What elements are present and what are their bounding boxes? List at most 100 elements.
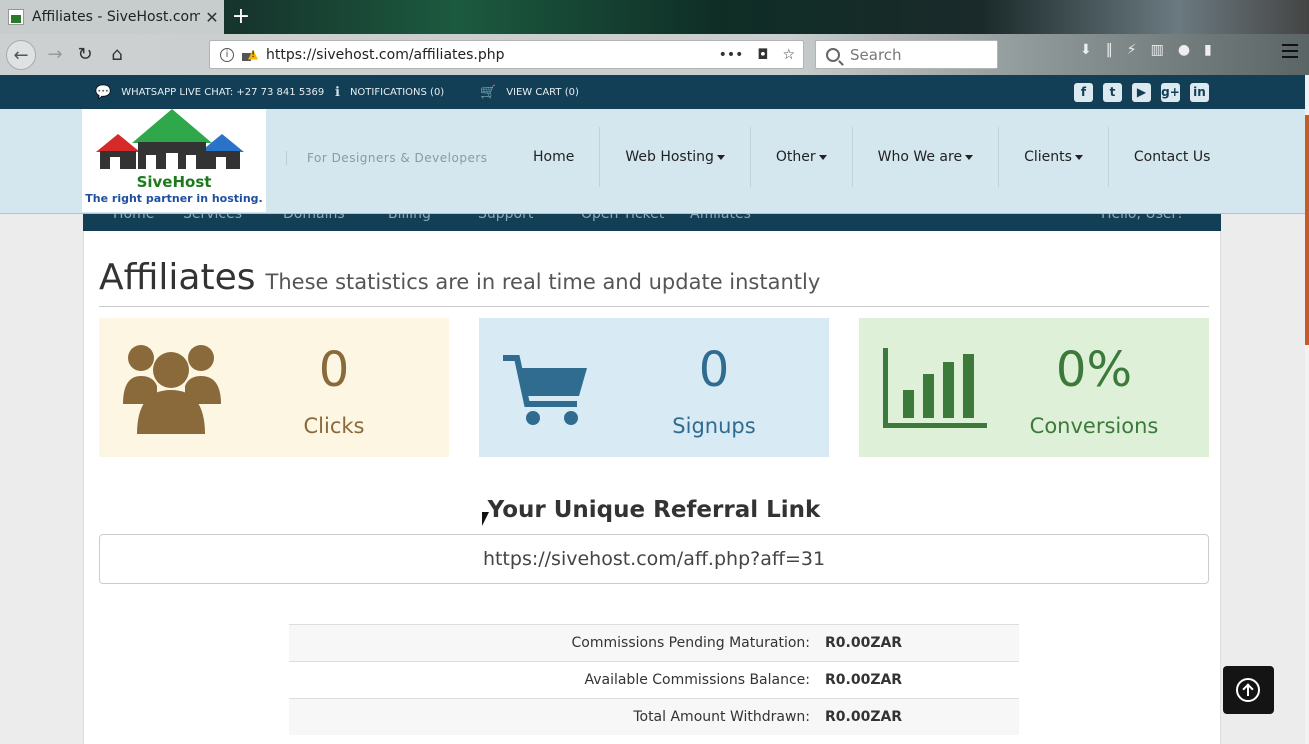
- page-actions-icon[interactable]: •••: [719, 47, 744, 63]
- tab-title: Affiliates - SiveHost.com: [32, 9, 200, 25]
- subnav-user-greeting[interactable]: Hello, User!: [1101, 214, 1183, 222]
- logo-brand: SiveHost: [136, 173, 212, 191]
- conversions-value: 0%: [1055, 342, 1133, 398]
- new-tab-button[interactable]: +: [228, 2, 254, 32]
- page-title: Affiliates: [99, 257, 256, 298]
- youtube-icon[interactable]: ▶: [1132, 83, 1151, 102]
- main-nav: Home Web Hosting Other Who We are Client…: [508, 127, 1235, 187]
- toolbar-icons: ⬇ ‖ ⚡ ▥ ● ▮: [1080, 42, 1212, 58]
- whatsapp-label: WHATSAPP LIVE CHAT: +27 73 841 5369: [121, 87, 325, 98]
- stat-clicks: 0 Clicks: [99, 318, 449, 457]
- subnav-affiliates[interactable]: Affiliates: [690, 214, 751, 222]
- site-topbar: 💬 WHATSAPP LIVE CHAT: +27 73 841 5369 ℹ …: [0, 75, 1305, 109]
- site-info-icon[interactable]: i: [220, 47, 234, 62]
- browser-tab[interactable]: Affiliates - SiveHost.com ✕: [0, 0, 224, 34]
- commission-value: R0.00ZAR: [825, 672, 903, 688]
- commission-value: R0.00ZAR: [825, 635, 903, 651]
- commission-value: R0.00ZAR: [825, 709, 903, 725]
- subnav-services[interactable]: Services: [183, 214, 242, 222]
- whatsapp-chat-link[interactable]: 💬 WHATSAPP LIVE CHAT: +27 73 841 5369: [95, 85, 324, 100]
- browser-tab-bar: Affiliates - SiveHost.com ✕ +: [0, 0, 1309, 34]
- commission-label: Available Commissions Balance:: [584, 672, 810, 688]
- extension-icon[interactable]: ●: [1178, 42, 1190, 58]
- menu-icon[interactable]: [1282, 44, 1298, 58]
- subnav-home[interactable]: Home: [113, 214, 154, 222]
- nav-label: Other: [775, 149, 816, 165]
- facebook-icon[interactable]: f: [1074, 83, 1093, 102]
- signups-label: Signups: [672, 414, 756, 438]
- users-icon: [123, 345, 221, 434]
- search-input[interactable]: Search: [850, 46, 902, 64]
- sidebar-icon[interactable]: ▥: [1151, 42, 1164, 58]
- nav-who-we-are[interactable]: Who We are: [853, 127, 1000, 187]
- nav-home[interactable]: Home: [508, 127, 601, 187]
- scroll-to-top-button[interactable]: [1223, 666, 1274, 714]
- caret-down-icon: [818, 154, 827, 160]
- linkedin-icon[interactable]: in: [1190, 83, 1209, 102]
- view-cart-link[interactable]: 🛒 VIEW CART (0): [480, 85, 579, 100]
- nav-clients[interactable]: Clients: [999, 127, 1109, 187]
- site-tagline: For Designers & Developers: [286, 151, 488, 165]
- nav-label: Web Hosting: [625, 149, 714, 165]
- home-button[interactable]: ⌂: [102, 40, 132, 70]
- site-header: SiveHost The right partner in hosting. F…: [0, 109, 1305, 214]
- url-text[interactable]: https://sivehost.com/affiliates.php: [266, 47, 719, 63]
- table-row: Available Commissions Balance: R0.00ZAR: [289, 661, 1019, 698]
- mouse-cursor-icon: [482, 512, 489, 526]
- arrow-up-icon: [1236, 678, 1260, 702]
- pocket-icon[interactable]: ◘: [757, 47, 768, 63]
- search-bar[interactable]: Search: [815, 40, 998, 69]
- subnav-domains[interactable]: Domains: [283, 214, 345, 222]
- site-logo[interactable]: SiveHost The right partner in hosting.: [82, 109, 266, 212]
- subnav-support[interactable]: Support: [478, 214, 533, 222]
- table-row: Commissions Pending Maturation: R0.00ZAR: [289, 624, 1019, 661]
- insecure-lock-icon[interactable]: [240, 48, 254, 62]
- nav-other[interactable]: Other: [751, 127, 853, 187]
- forward-button[interactable]: →: [40, 40, 70, 70]
- extension-icon[interactable]: ▮: [1204, 42, 1212, 58]
- caret-down-icon: [1074, 154, 1083, 160]
- subnav-open-ticket[interactable]: Open Ticket: [581, 214, 664, 222]
- page-scrollbar[interactable]: [1305, 75, 1309, 744]
- logo-houses-icon: [96, 109, 244, 169]
- reload-button[interactable]: ↻: [70, 40, 100, 70]
- tab-close-icon[interactable]: ✕: [200, 8, 224, 27]
- clicks-label: Clicks: [303, 414, 365, 438]
- stat-conversions: 0% Conversions: [859, 318, 1209, 457]
- page-viewport: 💬 WHATSAPP LIVE CHAT: +27 73 841 5369 ℹ …: [0, 75, 1305, 744]
- search-icon: [826, 47, 840, 62]
- back-button[interactable]: ←: [6, 40, 36, 70]
- address-bar[interactable]: i https://sivehost.com/affiliates.php ••…: [209, 40, 804, 69]
- table-row: Total Amount Withdrawn: R0.00ZAR: [289, 698, 1019, 735]
- cart-icon: 🛒: [480, 85, 497, 100]
- nav-web-hosting[interactable]: Web Hosting: [600, 127, 751, 187]
- referral-link-field[interactable]: https://sivehost.com/aff.php?aff=31: [99, 534, 1209, 584]
- library-icon[interactable]: ‖: [1106, 42, 1113, 58]
- bar-chart-icon: [883, 348, 987, 428]
- scrollbar-thumb[interactable]: [1305, 115, 1309, 345]
- caret-down-icon: [716, 154, 725, 160]
- signups-value: 0: [698, 342, 730, 398]
- referral-link-title: Your Unique Referral Link: [487, 497, 821, 523]
- page-header: Affiliates These statistics are in real …: [99, 257, 1209, 307]
- conversions-label: Conversions: [1029, 414, 1159, 438]
- client-area-nav: Home Services Domains Billing Support Op…: [83, 214, 1221, 231]
- info-icon: ℹ: [335, 85, 340, 100]
- commission-label: Commissions Pending Maturation:: [571, 635, 810, 651]
- commission-label: Total Amount Withdrawn:: [633, 709, 810, 725]
- flash-icon[interactable]: ⚡: [1127, 42, 1137, 58]
- chat-icon: 💬: [95, 85, 112, 100]
- favicon-icon: [8, 9, 24, 25]
- google-plus-icon[interactable]: g+: [1161, 83, 1180, 102]
- main-content: Affiliates These statistics are in real …: [83, 231, 1221, 744]
- bookmark-star-icon[interactable]: ☆: [782, 47, 795, 63]
- social-links: f t ▶ g+ in: [1074, 83, 1209, 102]
- stat-signups: 0 Signups: [479, 318, 829, 457]
- downloads-icon[interactable]: ⬇: [1080, 42, 1092, 58]
- twitter-icon[interactable]: t: [1103, 83, 1122, 102]
- notifications-link[interactable]: ℹ NOTIFICATIONS (0): [335, 85, 444, 100]
- subnav-billing[interactable]: Billing: [388, 214, 431, 222]
- clicks-value: 0: [318, 342, 350, 398]
- nav-contact-us[interactable]: Contact Us: [1109, 127, 1235, 187]
- caret-down-icon: [965, 154, 974, 160]
